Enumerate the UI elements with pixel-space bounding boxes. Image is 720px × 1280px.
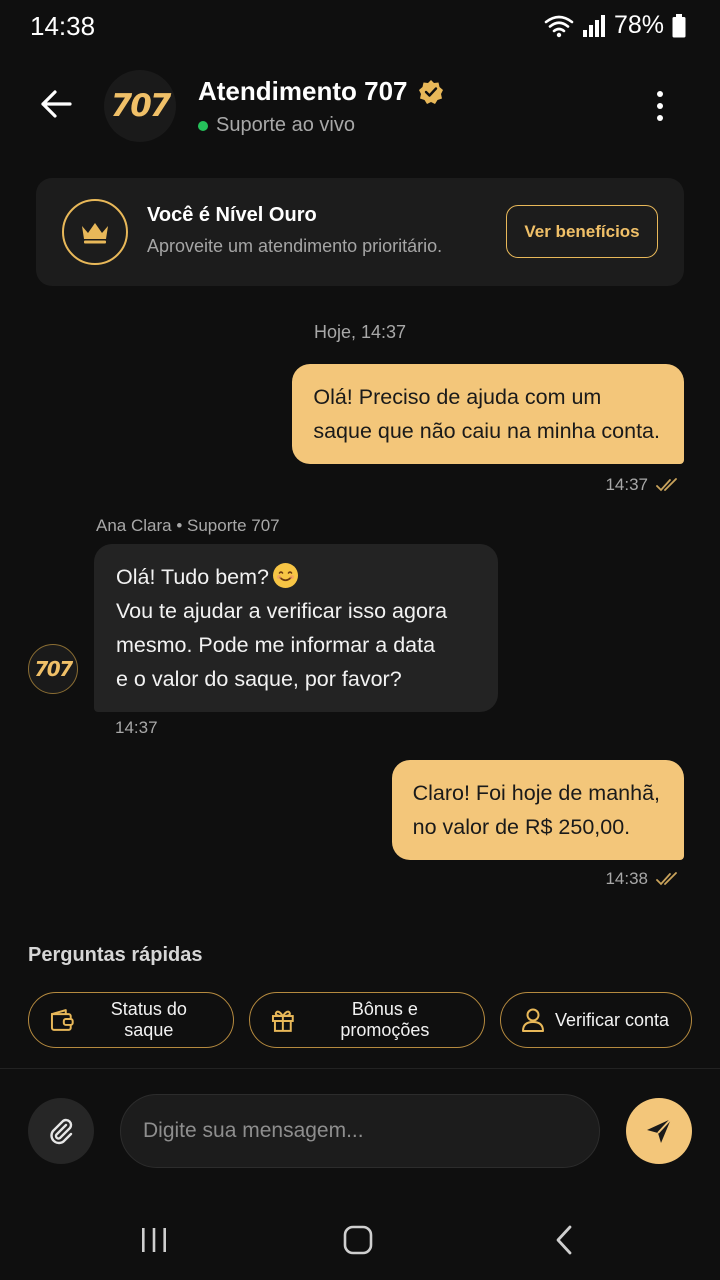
crown-icon — [82, 223, 108, 244]
gift-icon — [271, 1010, 294, 1032]
view-benefits-button[interactable]: Ver benefícios — [506, 205, 658, 258]
message-line: Olá! Tudo bem? — [116, 560, 476, 594]
message-bubble-outgoing[interactable]: Claro! Foi hoje de manhã, no valor de R$… — [391, 760, 684, 860]
message-line: Vou te ajudar a verificar isso agora — [116, 599, 448, 623]
message-time: 14:37 — [115, 718, 158, 737]
signal-icon — [582, 14, 605, 37]
quick-replies-title: Perguntas rápidas — [28, 944, 203, 966]
recent-apps-icon — [142, 1228, 166, 1252]
quick-reply-bonus-promotions[interactable]: Bônus e promoções — [249, 992, 485, 1048]
system-navigation-bar — [0, 1200, 720, 1280]
vip-subtitle: Aproveite um atendimento prioritário. — [147, 236, 443, 256]
message-time: 14:38 — [605, 869, 648, 888]
composer-divider — [0, 1068, 720, 1069]
sender-name: Ana Clara • Suporte 707 — [96, 516, 280, 535]
wallet-icon — [50, 1009, 74, 1031]
message-line: saque que não caiu na minha conta. — [313, 419, 660, 443]
message-line: Claro! Foi hoje de manhã, — [412, 781, 660, 805]
avatar-logo: 707 — [110, 88, 172, 124]
status-icons: 78% — [544, 11, 686, 40]
smiling-face-emoji-icon — [272, 563, 298, 588]
day-separator: Hoje, 14:37 — [313, 322, 407, 342]
quick-reply-verify-account[interactable]: Verificar conta — [500, 992, 692, 1048]
paperclip-icon — [50, 1118, 73, 1145]
message-line: no valor de R$ 250,00. — [412, 815, 631, 839]
send-icon — [647, 1118, 672, 1143]
home-button[interactable] — [328, 1218, 388, 1262]
avatar-logo: 707 — [34, 657, 73, 681]
arrow-left-icon — [41, 90, 72, 118]
status-time: 14:38 — [30, 11, 96, 41]
kebab-dot — [657, 103, 663, 109]
battery-percent: 78% — [613, 11, 664, 39]
vip-level-card: Você é Nível Ouro Aproveite um atendimen… — [36, 178, 684, 286]
online-indicator — [198, 120, 208, 131]
battery-icon — [672, 13, 686, 37]
message-bubble-outgoing[interactable]: Olá! Preciso de ajuda com um saque que n… — [292, 364, 684, 464]
home-icon — [343, 1225, 373, 1255]
kebab-dot — [657, 115, 663, 121]
quick-reply-withdrawal-status[interactable]: Status do saque — [28, 992, 234, 1048]
message-input[interactable] — [120, 1094, 600, 1168]
message-line: mesmo. Pode me informar a data — [116, 633, 436, 657]
chip-label: Bônus e promoções — [340, 999, 430, 1040]
vip-title: Você é Nível Ouro — [147, 204, 317, 226]
verified-badge-icon — [418, 79, 443, 104]
message-line-text: Olá! Tudo bem? — [116, 565, 269, 589]
chat-status-text: Suporte ao vivo — [216, 114, 355, 136]
chip-label: Status do saque — [110, 999, 187, 1040]
chat-header: 707 Atendimento 707 Suporte ao vivo — [0, 60, 720, 156]
message-time: 14:37 — [605, 475, 648, 494]
support-avatar: 707 — [104, 70, 176, 142]
kebab-dot — [657, 91, 663, 97]
message-bubble-incoming[interactable]: Olá! Tudo bem? Vou te ajudar a verificar… — [94, 544, 498, 712]
chip-label: Verificar conta — [555, 1009, 670, 1030]
system-back-button[interactable] — [534, 1218, 594, 1262]
send-button[interactable] — [626, 1098, 692, 1164]
message-meta: 14:38 — [605, 869, 680, 889]
status-bar: 14:38 78% — [0, 0, 720, 52]
more-options-button[interactable] — [640, 86, 680, 126]
double-check-icon — [656, 478, 677, 492]
message-line: e o valor do saque, por favor? — [116, 667, 402, 691]
message-meta: 14:37 — [115, 718, 158, 738]
chat-status: Suporte ao vivo — [198, 114, 355, 137]
message-meta: 14:37 — [605, 475, 680, 495]
recent-apps-button[interactable] — [124, 1218, 184, 1262]
chat-title: Atendimento 707 — [198, 76, 444, 107]
user-icon — [522, 1008, 544, 1032]
message-line: Olá! Preciso de ajuda com um — [313, 385, 602, 409]
back-button[interactable] — [34, 82, 78, 126]
wifi-icon — [544, 15, 574, 37]
crown-badge — [62, 199, 128, 265]
double-check-icon — [656, 872, 677, 886]
chevron-left-icon — [556, 1225, 572, 1255]
chat-title-text: Atendimento 707 — [198, 76, 408, 106]
agent-avatar: 707 — [28, 644, 78, 694]
attach-button[interactable] — [28, 1098, 94, 1164]
